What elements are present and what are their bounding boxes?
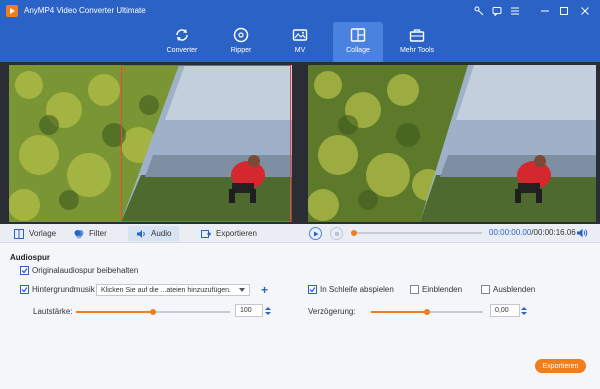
delay-label: Verzögerung: <box>308 307 356 316</box>
delay-input[interactable]: 0,00 <box>490 304 520 317</box>
audio-icon <box>137 229 145 238</box>
maximize-icon[interactable] <box>557 4 571 18</box>
nav-tab-collage[interactable]: Collage <box>333 22 383 62</box>
app-logo-icon <box>6 5 18 17</box>
title-bar: AnyMP4 Video Converter Ultimate Converte… <box>0 0 600 62</box>
keep-original-checkbox[interactable] <box>20 266 29 275</box>
volume-slider-thumb[interactable] <box>150 309 156 315</box>
keep-original-label: Originalaudiospur beibehalten <box>32 266 139 275</box>
fade-out-label: Ausblenden <box>493 285 536 294</box>
tab-exportieren[interactable]: Exportieren <box>193 226 265 241</box>
output-preview <box>308 65 596 222</box>
volume-stepper[interactable] <box>264 304 272 317</box>
fade-out-row[interactable]: Ausblenden <box>481 285 535 294</box>
nav-tab-converter[interactable]: Converter <box>157 22 207 62</box>
delay-slider-thumb[interactable] <box>424 309 430 315</box>
close-icon[interactable] <box>578 4 592 18</box>
selection-frame[interactable] <box>121 65 291 222</box>
play-icon <box>313 231 318 236</box>
playback-bar: 00:00:00.00/00:00:16.06 <box>300 224 600 243</box>
bg-music-row[interactable]: Hintergrundmusik <box>20 285 95 294</box>
bg-music-select[interactable]: Klicken Sie auf die ...ateien hinzuzufüg… <box>96 284 250 296</box>
checkmark-icon <box>21 268 28 274</box>
filter-icon <box>74 229 84 238</box>
tab-audio[interactable]: Audio <box>128 226 180 241</box>
delay-slider-fill <box>371 311 427 313</box>
minimize-icon[interactable] <box>538 4 552 18</box>
editor-tabbar: Vorlage Filter Audio Exportieren <box>0 224 300 243</box>
timecode: 00:00:00.00/00:00:16.06 <box>489 228 576 237</box>
volume-icon[interactable] <box>576 227 588 239</box>
stop-button[interactable] <box>330 227 343 240</box>
tab-filter[interactable]: Filter <box>66 226 115 241</box>
keep-original-audio-row[interactable]: Originalaudiospur beibehalten <box>20 266 138 275</box>
volume-input[interactable]: 100 <box>235 304 263 317</box>
fade-in-checkbox[interactable] <box>410 285 419 294</box>
collage-icon <box>350 28 366 42</box>
fade-out-checkbox[interactable] <box>481 285 490 294</box>
preview-area <box>0 62 600 224</box>
key-icon[interactable] <box>472 4 486 18</box>
loop-checkbox[interactable] <box>308 285 317 294</box>
volume-label: Lautstärke: <box>33 307 73 316</box>
template-icon <box>14 228 24 239</box>
tab-vorlage[interactable]: Vorlage <box>6 226 64 241</box>
delay-stepper[interactable] <box>520 304 528 317</box>
volume-slider-fill <box>76 311 153 313</box>
chat-icon[interactable] <box>490 4 504 18</box>
collage-editor-preview[interactable] <box>9 65 292 222</box>
bg-music-label: Hintergrundmusik <box>32 285 95 294</box>
bg-music-select-value: Klicken Sie auf die ...ateien hinzuzufüg… <box>101 286 231 294</box>
menu-icon[interactable] <box>508 4 522 18</box>
converter-icon <box>176 29 188 41</box>
fade-in-label: Einblenden <box>422 285 463 294</box>
delay-slider[interactable] <box>371 309 483 315</box>
nav-tab-ripper[interactable]: Ripper <box>216 22 266 62</box>
loop-label: In Schleife abspielen <box>320 285 394 294</box>
nav-tab-mv[interactable]: MV <box>275 22 325 62</box>
app-title: AnyMP4 Video Converter Ultimate <box>24 6 146 15</box>
mv-icon <box>292 29 308 41</box>
ripper-icon <box>233 27 249 43</box>
current-time: 00:00:00.00 <box>489 228 532 237</box>
nav-tab-mehr-tools[interactable]: Mehr Tools <box>392 22 442 62</box>
fade-in-row[interactable]: Einblenden <box>410 285 462 294</box>
toolbox-icon <box>409 29 425 42</box>
checkmark-icon <box>309 287 316 293</box>
checkmark-icon <box>21 287 28 293</box>
stop-icon <box>334 231 339 236</box>
export-icon <box>201 229 211 238</box>
play-button[interactable] <box>309 227 322 240</box>
bg-music-checkbox[interactable] <box>20 285 29 294</box>
seek-bar[interactable] <box>351 230 482 236</box>
loop-row[interactable]: In Schleife abspielen <box>308 285 394 294</box>
section-title-audiospur: Audiospur <box>10 253 50 262</box>
add-music-button[interactable]: + <box>258 283 271 297</box>
export-button[interactable]: Exportieren <box>535 359 586 373</box>
volume-slider[interactable] <box>76 309 230 315</box>
seek-thumb[interactable] <box>351 230 357 236</box>
total-time: /00:00:16.06 <box>531 228 576 237</box>
chevron-down-icon <box>239 288 245 292</box>
